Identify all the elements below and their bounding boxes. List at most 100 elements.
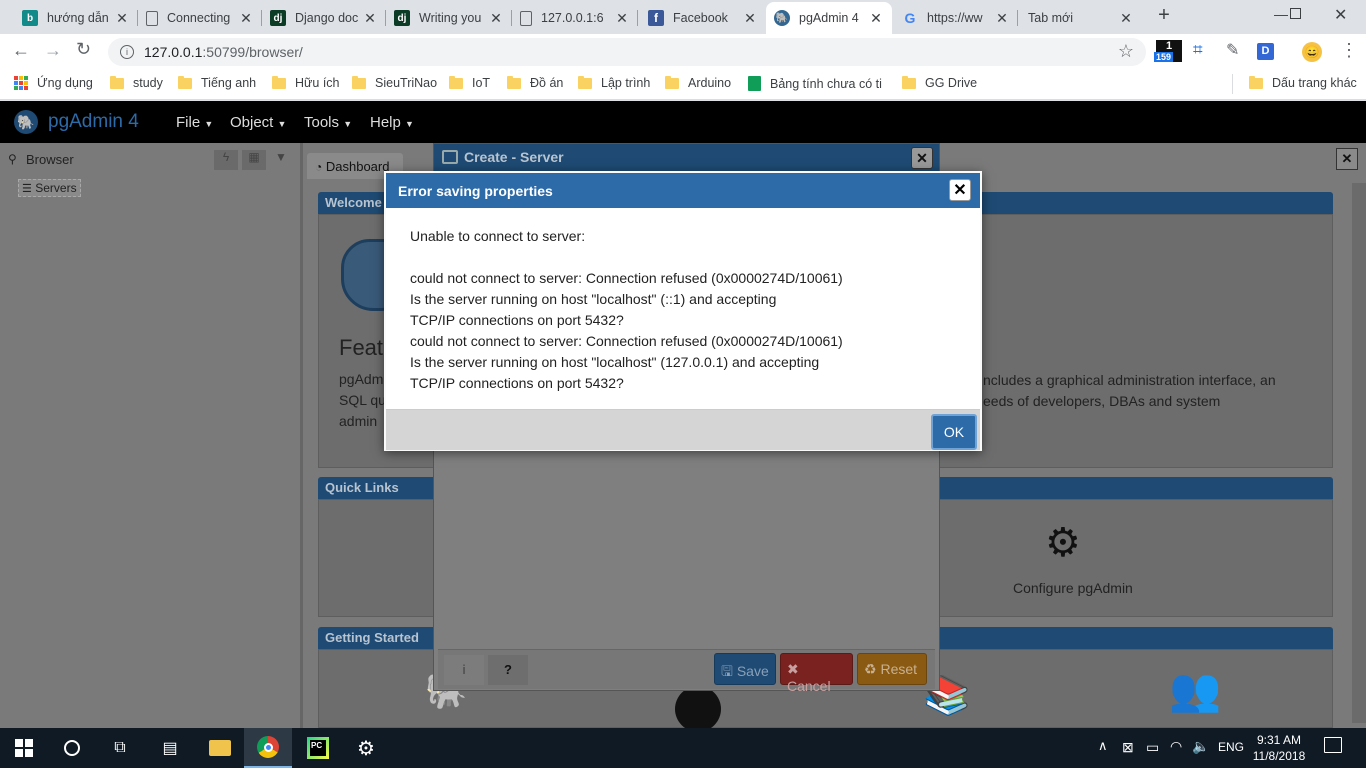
close-panel-icon[interactable]: ✕: [1336, 148, 1358, 170]
server-icon: [442, 150, 458, 164]
bookmark-folder[interactable]: Tiếng anh: [178, 75, 257, 90]
eyedropper-extension-icon[interactable]: ✎: [1226, 40, 1239, 60]
bookmark-folder[interactable]: IoT: [449, 75, 490, 90]
bookmark-folder[interactable]: Lập trình: [578, 75, 650, 90]
other-bookmarks[interactable]: Dấu trang khác: [1249, 75, 1357, 90]
view-data-icon[interactable]: ▦: [242, 150, 266, 170]
task-view-icon[interactable]: ⧉: [96, 728, 144, 768]
notification-icon[interactable]: [1324, 737, 1342, 753]
antivirus-tray-icon[interactable]: ⊠: [1122, 739, 1134, 756]
pycharm-icon[interactable]: PC: [294, 728, 342, 768]
apps-icon: [14, 76, 28, 90]
clock[interactable]: 9:31 AM 11/8/2018: [1252, 732, 1306, 764]
crop-extension-icon[interactable]: ⌗: [1193, 40, 1203, 60]
close-window-icon[interactable]: ✕: [1334, 5, 1347, 25]
back-icon[interactable]: ←: [12, 40, 30, 61]
scrollbar[interactable]: [1352, 183, 1366, 723]
address-bar[interactable]: i 127.0.0.1:50799/browser/ ☆: [108, 38, 1146, 66]
app-store-icon[interactable]: ▤: [146, 728, 194, 768]
bookmark-folder[interactable]: SieuTriNao: [352, 75, 437, 90]
reset-button[interactable]: ♻ Reset: [857, 653, 927, 685]
browser-tab[interactable]: f Facebook ✕: [640, 2, 766, 34]
close-tab-icon[interactable]: ✕: [1118, 10, 1134, 27]
cancel-button[interactable]: ✖ Cancel: [780, 653, 853, 694]
close-tab-icon[interactable]: ✕: [114, 10, 130, 27]
bookmark-label: Arduino: [688, 76, 732, 90]
info-icon[interactable]: i: [120, 45, 134, 59]
browser-tab-active[interactable]: 🐘 pgAdmin 4 ✕: [766, 2, 892, 34]
bookmark-folder[interactable]: study: [110, 75, 163, 90]
close-tab-icon[interactable]: ✕: [614, 10, 630, 27]
forward-icon[interactable]: →: [44, 40, 62, 61]
menu-label: Object: [230, 114, 274, 131]
folder-icon: [507, 75, 521, 89]
menu-kebab-icon[interactable]: ⋮: [1340, 40, 1358, 61]
bookmark-folder[interactable]: Arduino: [665, 75, 732, 90]
globe-icon[interactable]: [675, 686, 721, 732]
query-tool-icon[interactable]: ϟ: [214, 150, 238, 170]
chrome-icon[interactable]: [244, 728, 292, 768]
elephant-logo-icon: 🐘: [14, 110, 38, 134]
close-tab-icon[interactable]: ✕: [742, 10, 758, 27]
settings-gear-icon[interactable]: ⚙: [342, 728, 390, 768]
help-button[interactable]: ?: [488, 655, 528, 685]
volume-icon[interactable]: 🔈: [1192, 738, 1209, 755]
bookmark-apps[interactable]: Ứng dụng: [14, 76, 93, 90]
menu-file[interactable]: File ▼: [176, 114, 213, 131]
community-icon[interactable]: 👥: [1169, 666, 1221, 715]
reload-icon[interactable]: ↻: [76, 39, 91, 60]
bookmark-folder[interactable]: Hữu ích: [272, 75, 340, 90]
profile-avatar[interactable]: 😄: [1302, 42, 1322, 62]
browser-tab[interactable]: dj Writing you ✕: [386, 2, 512, 34]
browser-tab[interactable]: G https://ww ✕: [894, 2, 1018, 34]
gears-icon[interactable]: ⚙: [1045, 520, 1081, 566]
close-dialog-icon[interactable]: ✕: [911, 147, 933, 169]
menu-tools[interactable]: Tools ▼: [304, 114, 352, 131]
tree-item-servers[interactable]: ☰ Servers: [18, 179, 81, 197]
info-button[interactable]: i: [444, 655, 484, 685]
save-button[interactable]: 🖫 Save: [714, 653, 776, 685]
configure-pgadmin-link[interactable]: Configure pgAdmin: [1013, 580, 1133, 596]
browser-tab[interactable]: dj Django doc ✕: [262, 2, 386, 34]
button-label: Cancel: [787, 678, 831, 694]
close-tab-icon[interactable]: ✕: [488, 10, 504, 27]
chevron-up-icon[interactable]: ∧: [1098, 738, 1108, 754]
close-dialog-icon[interactable]: ✕: [949, 179, 971, 201]
tree-label: Servers: [35, 181, 77, 195]
browser-tab[interactable]: Tab mới ✕: [1018, 2, 1142, 34]
ok-button[interactable]: OK: [931, 414, 977, 450]
dialog-title: Create - Server: [464, 149, 564, 165]
browser-tab[interactable]: Connecting ✕: [138, 2, 262, 34]
close-tab-icon[interactable]: ✕: [868, 10, 884, 27]
windows-start-icon[interactable]: [0, 728, 48, 768]
search-icon[interactable]: [48, 728, 96, 768]
d-extension-icon[interactable]: D: [1257, 43, 1274, 60]
minimize-icon[interactable]: —: [1274, 6, 1288, 22]
tab-title: Django doc: [295, 11, 359, 25]
menu-object[interactable]: Object ▼: [230, 114, 286, 131]
message-line: TCP/IP connections on port 5432?: [410, 375, 624, 391]
bookmark-star-icon[interactable]: ☆: [1118, 41, 1134, 62]
close-tab-icon[interactable]: ✕: [362, 10, 378, 27]
binoculars-icon: ⚲: [8, 152, 17, 166]
bookmark-label: Tiếng anh: [201, 76, 257, 90]
close-tab-icon[interactable]: ✕: [994, 10, 1010, 27]
bookmark-label: Ứng dụng: [37, 76, 93, 90]
wifi-icon[interactable]: ◠: [1170, 738, 1182, 755]
menu-label: Help: [370, 114, 401, 131]
close-tab-icon[interactable]: ✕: [238, 10, 254, 27]
filter-icon[interactable]: ▼: [270, 150, 292, 170]
bookmark-folder[interactable]: Đồ án: [507, 75, 563, 90]
extension-icon[interactable]: 1 159: [1154, 40, 1182, 62]
restore-icon[interactable]: [1290, 8, 1301, 19]
bookmark-sheet[interactable]: Bảng tính chưa có tiê: [748, 76, 882, 91]
language-indicator[interactable]: ENG: [1218, 740, 1244, 754]
file-explorer-icon[interactable]: [196, 728, 244, 768]
message-line: Unable to connect to server:: [410, 228, 586, 244]
browser-tab[interactable]: b hướng dẫn ✕: [14, 2, 138, 34]
battery-icon[interactable]: ▭: [1146, 739, 1159, 756]
browser-tab[interactable]: 127.0.0.1:6 ✕: [512, 2, 638, 34]
bookmark-folder[interactable]: GG Drive: [902, 75, 977, 90]
menu-help[interactable]: Help ▼: [370, 114, 414, 131]
new-tab-icon[interactable]: +: [1152, 4, 1176, 28]
